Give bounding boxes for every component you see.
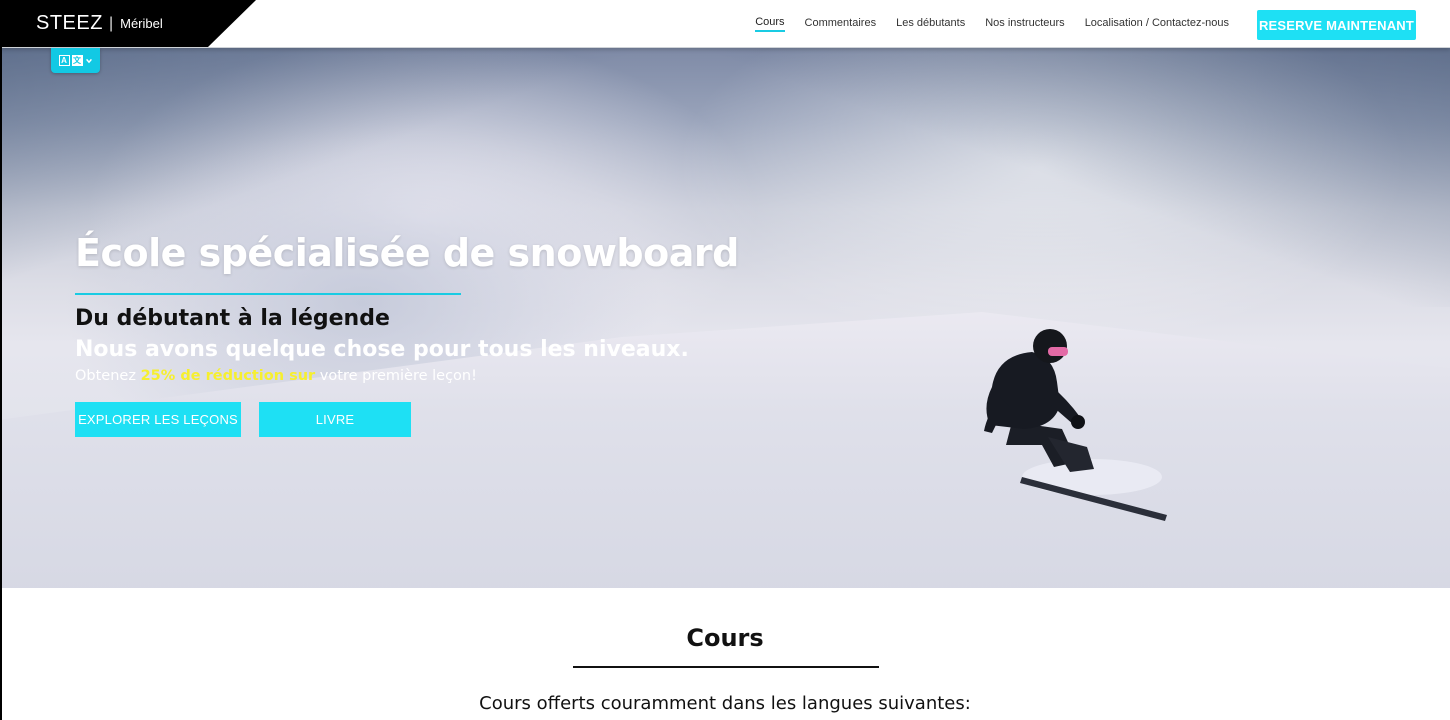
nav-item-cours[interactable]: Cours: [755, 16, 785, 32]
hero-subtitle-light: Nous avons quelque chose pour tous les n…: [75, 337, 689, 362]
logo-location: Méribel: [120, 16, 163, 31]
logo-brand: STEEZ: [36, 12, 103, 34]
courses-title: Cours: [686, 624, 764, 652]
page: STEEZ | Méribel Cours Commentaires Les d…: [0, 0, 1450, 720]
hero-divider: [75, 293, 461, 295]
explore-lessons-button[interactable]: EXPLORER LES LEÇONS: [75, 402, 241, 437]
hero-subtitle-dark: Du débutant à la légende: [75, 306, 390, 331]
site-header: STEEZ | Méribel Cours Commentaires Les d…: [0, 0, 1450, 48]
promo-prefix: Obtenez: [75, 368, 141, 384]
main-nav: Cours Commentaires Les débutants Nos ins…: [755, 0, 1229, 47]
courses-divider: [573, 666, 879, 668]
language-switcher[interactable]: A 文: [51, 48, 100, 73]
promo-highlight: 25% de réduction sur: [140, 368, 316, 384]
nav-item-contact[interactable]: Localisation / Contactez-nous: [1085, 17, 1229, 31]
window-edge: [0, 0, 2, 720]
chevron-down-icon: [85, 58, 92, 63]
translate-icon-alt: 文: [71, 55, 83, 66]
nav-item-commentaires[interactable]: Commentaires: [805, 17, 877, 31]
reserve-now-button[interactable]: RESERVE MAINTENANT: [1257, 10, 1416, 40]
site-logo[interactable]: STEEZ | Méribel: [0, 0, 256, 47]
book-button[interactable]: LIVRE: [259, 402, 411, 437]
courses-languages-text: Cours offerts couramment dans les langue…: [479, 693, 971, 714]
snowboarder-image: [984, 329, 1167, 521]
translate-icon: A: [58, 55, 70, 66]
nav-item-instructeurs[interactable]: Nos instructeurs: [985, 17, 1064, 31]
hero-content: École spécialisée de snowboard Du débuta…: [75, 231, 775, 437]
hero-buttons: EXPLORER LES LEÇONS LIVRE: [75, 402, 775, 437]
hero-promo: Obtenez 25% de réduction sur votre premi…: [75, 368, 775, 384]
logo-separator: |: [108, 14, 114, 32]
hero-banner: École spécialisée de snowboard Du débuta…: [2, 47, 1450, 588]
nav-item-debutants[interactable]: Les débutants: [896, 17, 965, 31]
hero-title: École spécialisée de snowboard: [75, 231, 739, 275]
promo-suffix: votre première leçon!: [315, 368, 477, 384]
